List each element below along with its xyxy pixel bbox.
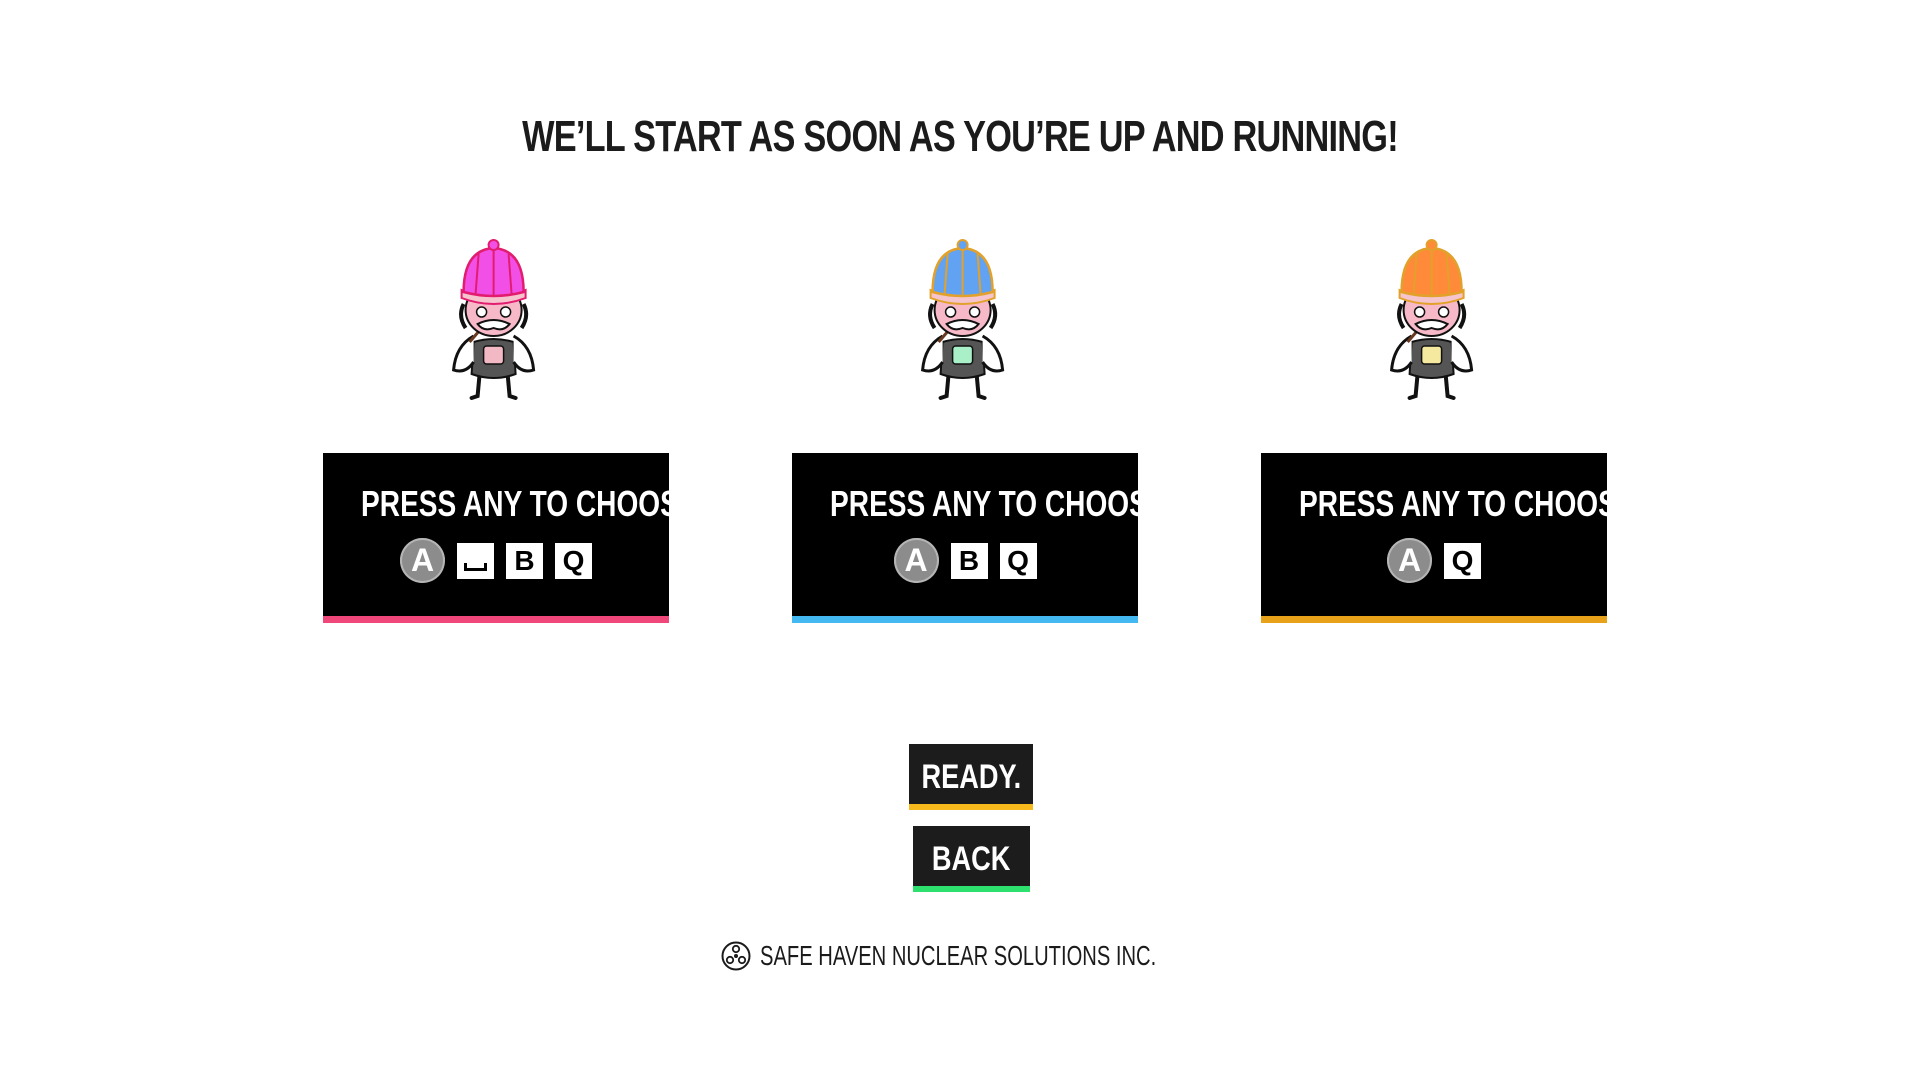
choose-label: PRESS ANY TO CHOOSE: [1299, 483, 1636, 524]
belly: [951, 345, 974, 365]
key-label: B: [514, 544, 535, 576]
key-q-icon: Q: [999, 542, 1037, 579]
player-avatar-2: [921, 239, 1005, 400]
hat-button: [487, 239, 500, 251]
right-arm: [981, 334, 1005, 373]
back-button-underline: [913, 886, 1030, 892]
key-q-icon: Q: [1444, 542, 1481, 579]
right-eye: [499, 306, 512, 318]
key-label: A: [904, 542, 928, 578]
choose-label: PRESS ANY TO CHOOSE: [830, 483, 1167, 524]
key-q-icon: Q: [555, 542, 592, 579]
right-eye: [968, 306, 981, 318]
back-button-label: BACK: [932, 839, 1011, 878]
company-name: SAFE HAVEN NUCLEAR SOLUTIONS INC.: [759, 940, 1157, 971]
mustache: [1414, 319, 1450, 331]
player-avatar-3: [1390, 239, 1474, 400]
player-color-bar: [1261, 616, 1607, 623]
ready-button-label: READY.: [921, 757, 1021, 796]
key-b-icon: B: [506, 542, 543, 579]
spacebar-key-icon: [457, 542, 494, 579]
player-slot-1: PRESS ANY TO CHOOSE A BQ: [323, 0, 698, 640]
key-a-icon: A: [893, 538, 939, 583]
belly: [482, 345, 505, 365]
player-avatar-1: [452, 239, 536, 400]
right-arm: [1450, 334, 1474, 373]
choose-panel-2[interactable]: PRESS ANY TO CHOOSE ABQ: [792, 453, 1167, 623]
player-color-bar: [323, 616, 669, 623]
right-arm: [512, 334, 536, 373]
choose-panel-3[interactable]: PRESS ANY TO CHOOSE AQ: [1261, 453, 1636, 623]
left-eye: [475, 306, 488, 318]
key-label: Q: [562, 544, 585, 576]
key-hints-1: A BQ: [323, 538, 669, 583]
lobby-screen: WE’LL START AS SOON AS YOU’RE UP AND RUN…: [0, 0, 1920, 1080]
key-label: A: [410, 542, 435, 578]
character-sprite: [921, 239, 1005, 400]
key-a-icon: A: [1387, 538, 1432, 583]
key-hints-2: ABQ: [792, 538, 1138, 583]
ready-button[interactable]: READY.: [909, 744, 1033, 810]
left-eye: [1413, 306, 1426, 318]
key-label: Q: [1007, 544, 1029, 576]
belly: [1420, 345, 1443, 365]
left-eye: [944, 306, 957, 318]
key-a-icon: A: [400, 538, 445, 583]
player-slot-2: PRESS ANY TO CHOOSE ABQ: [792, 0, 1167, 640]
back-button[interactable]: BACK: [913, 826, 1030, 892]
hat-button: [956, 239, 969, 251]
mustache: [476, 319, 512, 331]
character-sprite: [1390, 239, 1474, 400]
mustache: [945, 319, 981, 331]
key-hints-3: AQ: [1261, 538, 1607, 583]
footer: SAFE HAVEN NUCLEAR SOLUTIONS INC.: [0, 940, 1920, 972]
ready-button-underline: [909, 804, 1033, 810]
key-label: A: [1397, 542, 1422, 578]
player-color-bar: [792, 616, 1138, 623]
hat-button: [1425, 239, 1438, 251]
player-slot-3: PRESS ANY TO CHOOSE AQ: [1261, 0, 1636, 640]
key-b-icon: B: [950, 542, 988, 579]
right-eye: [1437, 306, 1450, 318]
key-label: B: [958, 544, 980, 576]
choose-label: PRESS ANY TO CHOOSE: [361, 483, 698, 524]
choose-panel-1[interactable]: PRESS ANY TO CHOOSE A BQ: [323, 453, 698, 623]
character-sprite: [452, 239, 536, 400]
key-label: Q: [1451, 544, 1474, 576]
radiation-icon: [721, 941, 751, 971]
